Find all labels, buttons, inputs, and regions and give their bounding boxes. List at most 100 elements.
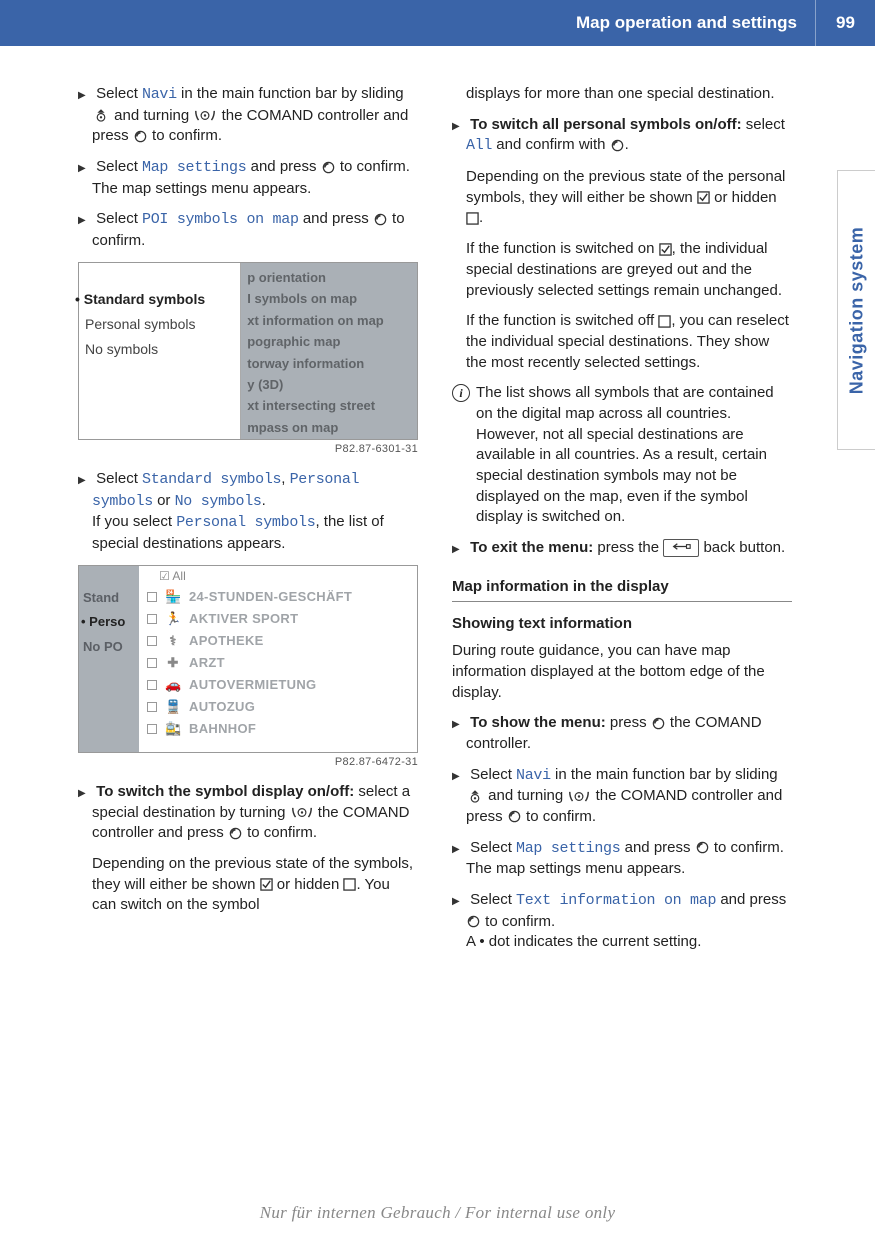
step: Select Navi in the main function bar by …	[452, 765, 792, 828]
step-title: To switch the symbol display on/off:	[96, 783, 354, 800]
right-column: displays for more than one special desti…	[452, 84, 792, 963]
poi-label: ARZT	[189, 654, 225, 672]
poi-icon: 🏪	[165, 588, 181, 606]
unchecked-icon	[343, 878, 356, 891]
unchecked-icon	[658, 315, 671, 328]
poi-label: AUTOZUG	[189, 698, 255, 716]
ui-navi: Navi	[142, 86, 177, 103]
poi-icon: 🏃	[165, 610, 181, 628]
list-item: Standard symbols	[85, 287, 234, 312]
info-text: The list shows all symbols that are cont…	[476, 383, 792, 528]
step-continuation: Depending on the previous state of the s…	[78, 854, 418, 916]
list-item: torway information	[247, 353, 411, 374]
press-icon	[133, 129, 148, 144]
list-item: ✚ ARZT	[143, 652, 417, 674]
info-icon: i	[452, 384, 470, 402]
list-item: Personal symbols	[85, 312, 234, 337]
checked-icon	[697, 191, 710, 204]
slide-icon	[92, 108, 110, 123]
list-item: pographic map	[247, 331, 411, 352]
ss2-header: ☑ All	[143, 568, 417, 587]
press-icon	[610, 138, 625, 153]
paragraph: Depending on the previous state of the p…	[452, 167, 792, 229]
poi-label: APOTHEKE	[189, 632, 264, 650]
poi-icon: 🚆	[165, 698, 181, 716]
paragraph: displays for more than one special desti…	[452, 84, 792, 105]
step: Select POI symbols on map and press to c…	[78, 209, 418, 251]
step-title: To exit the menu:	[470, 539, 593, 556]
paragraph: If the function is switched on , the ind…	[452, 239, 792, 301]
checked-icon	[260, 878, 273, 891]
left-column: Select Navi in the main function bar by …	[78, 84, 418, 963]
turn-icon	[193, 108, 217, 123]
info-note: i The list shows all symbols that are co…	[452, 383, 792, 528]
step: To show the menu: press the COMAND contr…	[452, 713, 792, 754]
checked-icon	[659, 243, 672, 256]
ss2-left: Stand Perso No PO	[79, 566, 139, 752]
screenshot-symbols-menu: Standard symbols Personal symbols No sym…	[78, 262, 418, 440]
checkbox-icon	[147, 680, 157, 690]
list-item: No PO	[83, 635, 139, 660]
section-tab-label: Navigation system	[846, 226, 867, 394]
list-item: xt intersecting street	[247, 395, 411, 416]
ui-map-settings: Map settings	[142, 159, 246, 176]
step: To switch all personal symbols on/off: s…	[452, 115, 792, 157]
poi-icon: ✚	[165, 654, 181, 672]
section-heading: Map information in the display	[452, 577, 792, 603]
checkbox-icon	[147, 636, 157, 646]
list-item: mpass on map	[247, 417, 411, 438]
press-icon	[507, 809, 522, 824]
list-item: 🏪 24-STUNDEN-GESCHÄFT	[143, 586, 417, 608]
checkbox-icon	[147, 702, 157, 712]
page-number: 99	[815, 0, 875, 46]
step-title: To show the menu:	[470, 714, 606, 731]
press-icon	[651, 716, 666, 731]
press-icon	[695, 840, 710, 855]
ss2-right: ☑ All 🏪 24-STUNDEN-GESCHÄFT 🏃AKTIVER SPORT…	[139, 566, 417, 752]
screenshot-caption: P82.87-6301-31	[78, 442, 418, 457]
screenshot-personal-symbols: Stand Perso No PO ☑ All 🏪 24-STUNDEN-GESC…	[78, 565, 418, 753]
poi-icon: ⚕	[165, 632, 181, 650]
step: To switch the symbol display on/off: sel…	[78, 782, 418, 844]
footer-watermark: Nur für internen Gebrauch / For internal…	[0, 1203, 875, 1223]
content: Select Navi in the main function bar by …	[0, 46, 875, 963]
checkbox-icon	[147, 592, 157, 602]
turn-icon	[290, 805, 314, 820]
paragraph: If the function is switched off , you ca…	[452, 311, 792, 373]
step: Select Standard symbols, Personal symbol…	[78, 469, 418, 555]
press-icon	[228, 826, 243, 841]
list-item: xt information on map	[247, 310, 411, 331]
checkbox-icon	[147, 614, 157, 624]
ui-navi: Navi	[516, 767, 551, 784]
page-header: Map operation and settings 99	[0, 0, 875, 46]
paragraph: During route guidance, you can have map …	[452, 641, 792, 703]
turn-icon	[567, 789, 591, 804]
poi-icon: 🚗	[165, 676, 181, 694]
poi-label: BAHNHOF	[189, 720, 256, 738]
step-title: To switch all personal symbols on/off:	[470, 116, 741, 133]
poi-icon: 🚉	[165, 720, 181, 738]
step: Select Text information on map and press…	[452, 890, 792, 953]
step: Select Map settings and press to confirm…	[78, 157, 418, 199]
press-icon	[321, 160, 336, 175]
checkbox-icon	[147, 658, 157, 668]
list-item: 🚉 BAHNHOF	[143, 718, 417, 740]
ui-all: All	[466, 137, 492, 154]
press-icon	[373, 212, 388, 227]
unchecked-icon	[466, 212, 479, 225]
list-item: 🏃AKTIVER SPORT	[143, 608, 417, 630]
slide-icon	[466, 789, 484, 804]
list-item: No symbols	[85, 337, 234, 362]
list-item: Perso	[83, 610, 139, 635]
ui-text-info: Text information on map	[516, 892, 716, 909]
checkbox-icon	[147, 724, 157, 734]
section-tab: Navigation system	[837, 170, 875, 450]
ss1-right-list: p orientation I symbols on map xt inform…	[241, 263, 417, 439]
poi-label: 24-STUNDEN-GESCHÄFT	[189, 588, 352, 606]
poi-label: AUTOVERMIETUNG	[189, 676, 316, 694]
step: To exit the menu: press the back button.	[452, 538, 792, 559]
screenshot-caption: P82.87-6472-31	[78, 755, 418, 770]
list-item: 🚆 AUTOZUG	[143, 696, 417, 718]
press-icon	[466, 914, 481, 929]
back-button-icon	[663, 539, 699, 558]
